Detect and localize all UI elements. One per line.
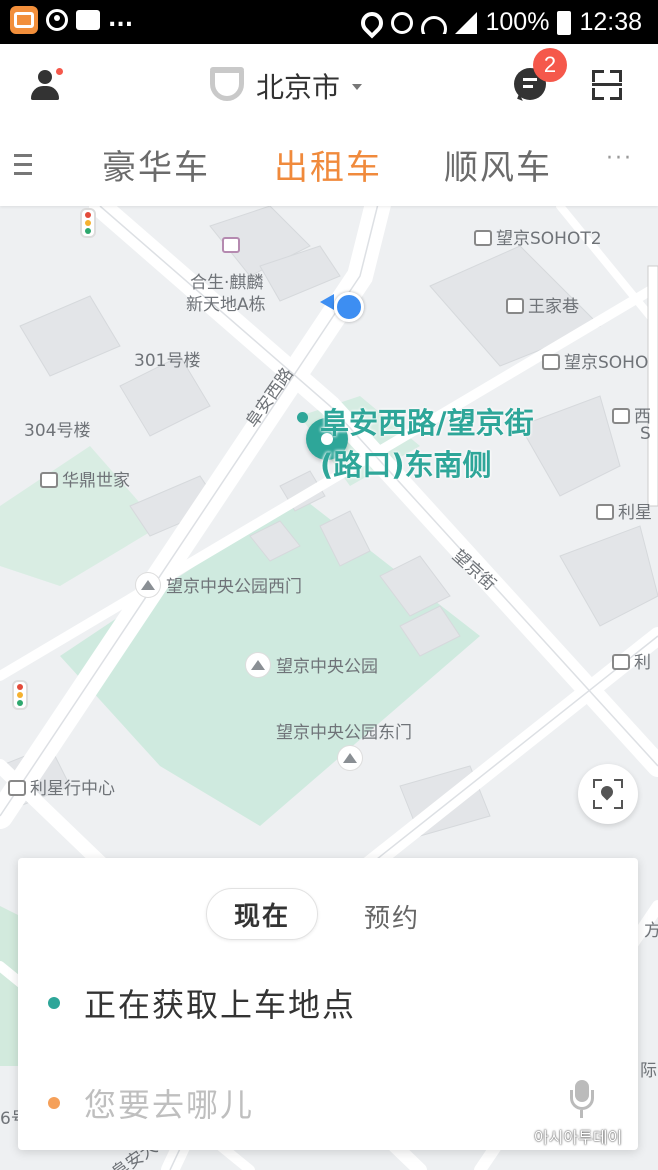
poi-wangjing-soho[interactable]: 望京SOHO — [542, 348, 648, 373]
microphone-icon[interactable] — [570, 1080, 594, 1118]
park-icon — [246, 653, 270, 677]
poi-park[interactable]: 望京中央公园 — [246, 652, 378, 677]
building-icon — [542, 354, 560, 370]
restaurant-icon — [506, 298, 524, 314]
destination-placeholder: 您要去哪儿 — [84, 1086, 255, 1124]
park-icon — [338, 746, 368, 770]
home-icon — [40, 472, 58, 488]
poi-lixing-center[interactable]: 利星行中心 — [8, 774, 115, 799]
didi-app-icon — [10, 6, 38, 34]
poi-building-304[interactable]: 304号楼 — [24, 416, 90, 441]
account-icon — [46, 9, 68, 31]
poi-building-301[interactable]: 301号楼 — [134, 346, 200, 371]
poi-lixing[interactable]: 利星 — [596, 498, 652, 523]
pickup-field[interactable]: 正在获取上车地点 — [48, 978, 356, 1028]
park-icon — [136, 573, 160, 597]
destination-field[interactable]: 您要去哪儿 — [48, 1078, 254, 1128]
traffic-light-icon — [80, 208, 96, 238]
poi-marker-icon — [222, 236, 244, 256]
relocate-button[interactable] — [578, 764, 638, 824]
building-icon — [8, 780, 26, 796]
tab-carpool[interactable]: 顺风车 — [444, 140, 552, 189]
user-icon[interactable] — [30, 68, 63, 102]
status-system: 100% 12:38 — [356, 6, 642, 39]
poi-huading[interactable]: 华鼎世家 — [40, 466, 130, 491]
battery-percent: 100% — [485, 8, 550, 36]
tab-luxury[interactable]: 豪华车 — [102, 140, 210, 189]
message-badge: 2 — [533, 48, 567, 82]
status-bar: ... 100% 12:38 — [0, 0, 658, 44]
city-selector[interactable]: 北京市 — [210, 64, 363, 108]
signal-icon — [455, 11, 478, 34]
poi-edge-li[interactable]: 利 — [612, 648, 651, 673]
status-notifications: ... — [10, 6, 133, 34]
tab-taxi[interactable]: 出租车 — [274, 140, 382, 189]
more-notifications: ... — [108, 7, 134, 32]
restaurant-icon — [612, 408, 630, 424]
poi-edge-ji: 际 — [640, 1061, 657, 1081]
tab-partial-icon[interactable] — [14, 154, 36, 178]
shop-icon — [612, 654, 630, 670]
shop-icon — [596, 504, 614, 520]
app-header: 北京市 2 豪华车 出租车 顺风车 ··· — [0, 44, 658, 206]
destination-dot-icon — [48, 1097, 60, 1109]
mode-reserve-button[interactable]: 预约 — [364, 898, 420, 935]
battery-icon — [557, 10, 572, 35]
traffic-light-icon — [12, 680, 28, 710]
alarm-icon — [391, 11, 414, 34]
poi-wangjing-soho-t2[interactable]: 望京SOHOT2 — [474, 224, 602, 249]
pickup-label-line1: 阜安西路/望京街 — [320, 406, 534, 440]
more-tabs-icon[interactable]: ··· — [606, 146, 633, 171]
heading-arrow-icon — [320, 294, 334, 310]
scan-icon[interactable] — [592, 70, 622, 100]
pickup-status: 正在获取上车地点 — [84, 986, 357, 1024]
service-tabs: 豪华车 出租车 顺风车 ··· — [0, 140, 658, 196]
chat-notification-icon — [76, 10, 100, 30]
mode-now-button[interactable]: 现在 — [206, 888, 318, 940]
notification-dot — [56, 68, 63, 75]
caret-down-icon — [352, 84, 363, 90]
poi-park-west-gate[interactable]: 望京中央公园西门 — [136, 572, 302, 597]
poi-edge-s: S — [640, 424, 651, 444]
pickup-dot — [297, 412, 308, 423]
watermark: 아시아투데이 — [534, 1128, 623, 1147]
clock: 12:38 — [579, 8, 642, 36]
pickup-label[interactable]: 阜安西路/望京街 (路口)东南侧 — [320, 402, 534, 486]
current-location-dot — [334, 292, 364, 322]
building-icon — [474, 230, 492, 246]
wifi-icon — [421, 12, 448, 34]
poi-wangjiaxiang[interactable]: 王家巷 — [506, 292, 579, 317]
poi-hesheng-a[interactable]: 新天地A栋 — [186, 290, 266, 315]
city-name: 北京市 — [256, 71, 341, 104]
pickup-dot-icon — [48, 997, 60, 1009]
location-icon — [356, 6, 389, 39]
pickup-label-line2: (路口)东南侧 — [320, 448, 492, 482]
poi-edge-fang: 方 — [644, 921, 658, 941]
order-card: 现在 预约 正在获取上车地点 您要去哪儿 — [18, 858, 638, 1150]
didi-logo-icon — [210, 67, 244, 101]
poi-park-east-gate[interactable]: 望京中央公园东门 — [276, 718, 412, 743]
